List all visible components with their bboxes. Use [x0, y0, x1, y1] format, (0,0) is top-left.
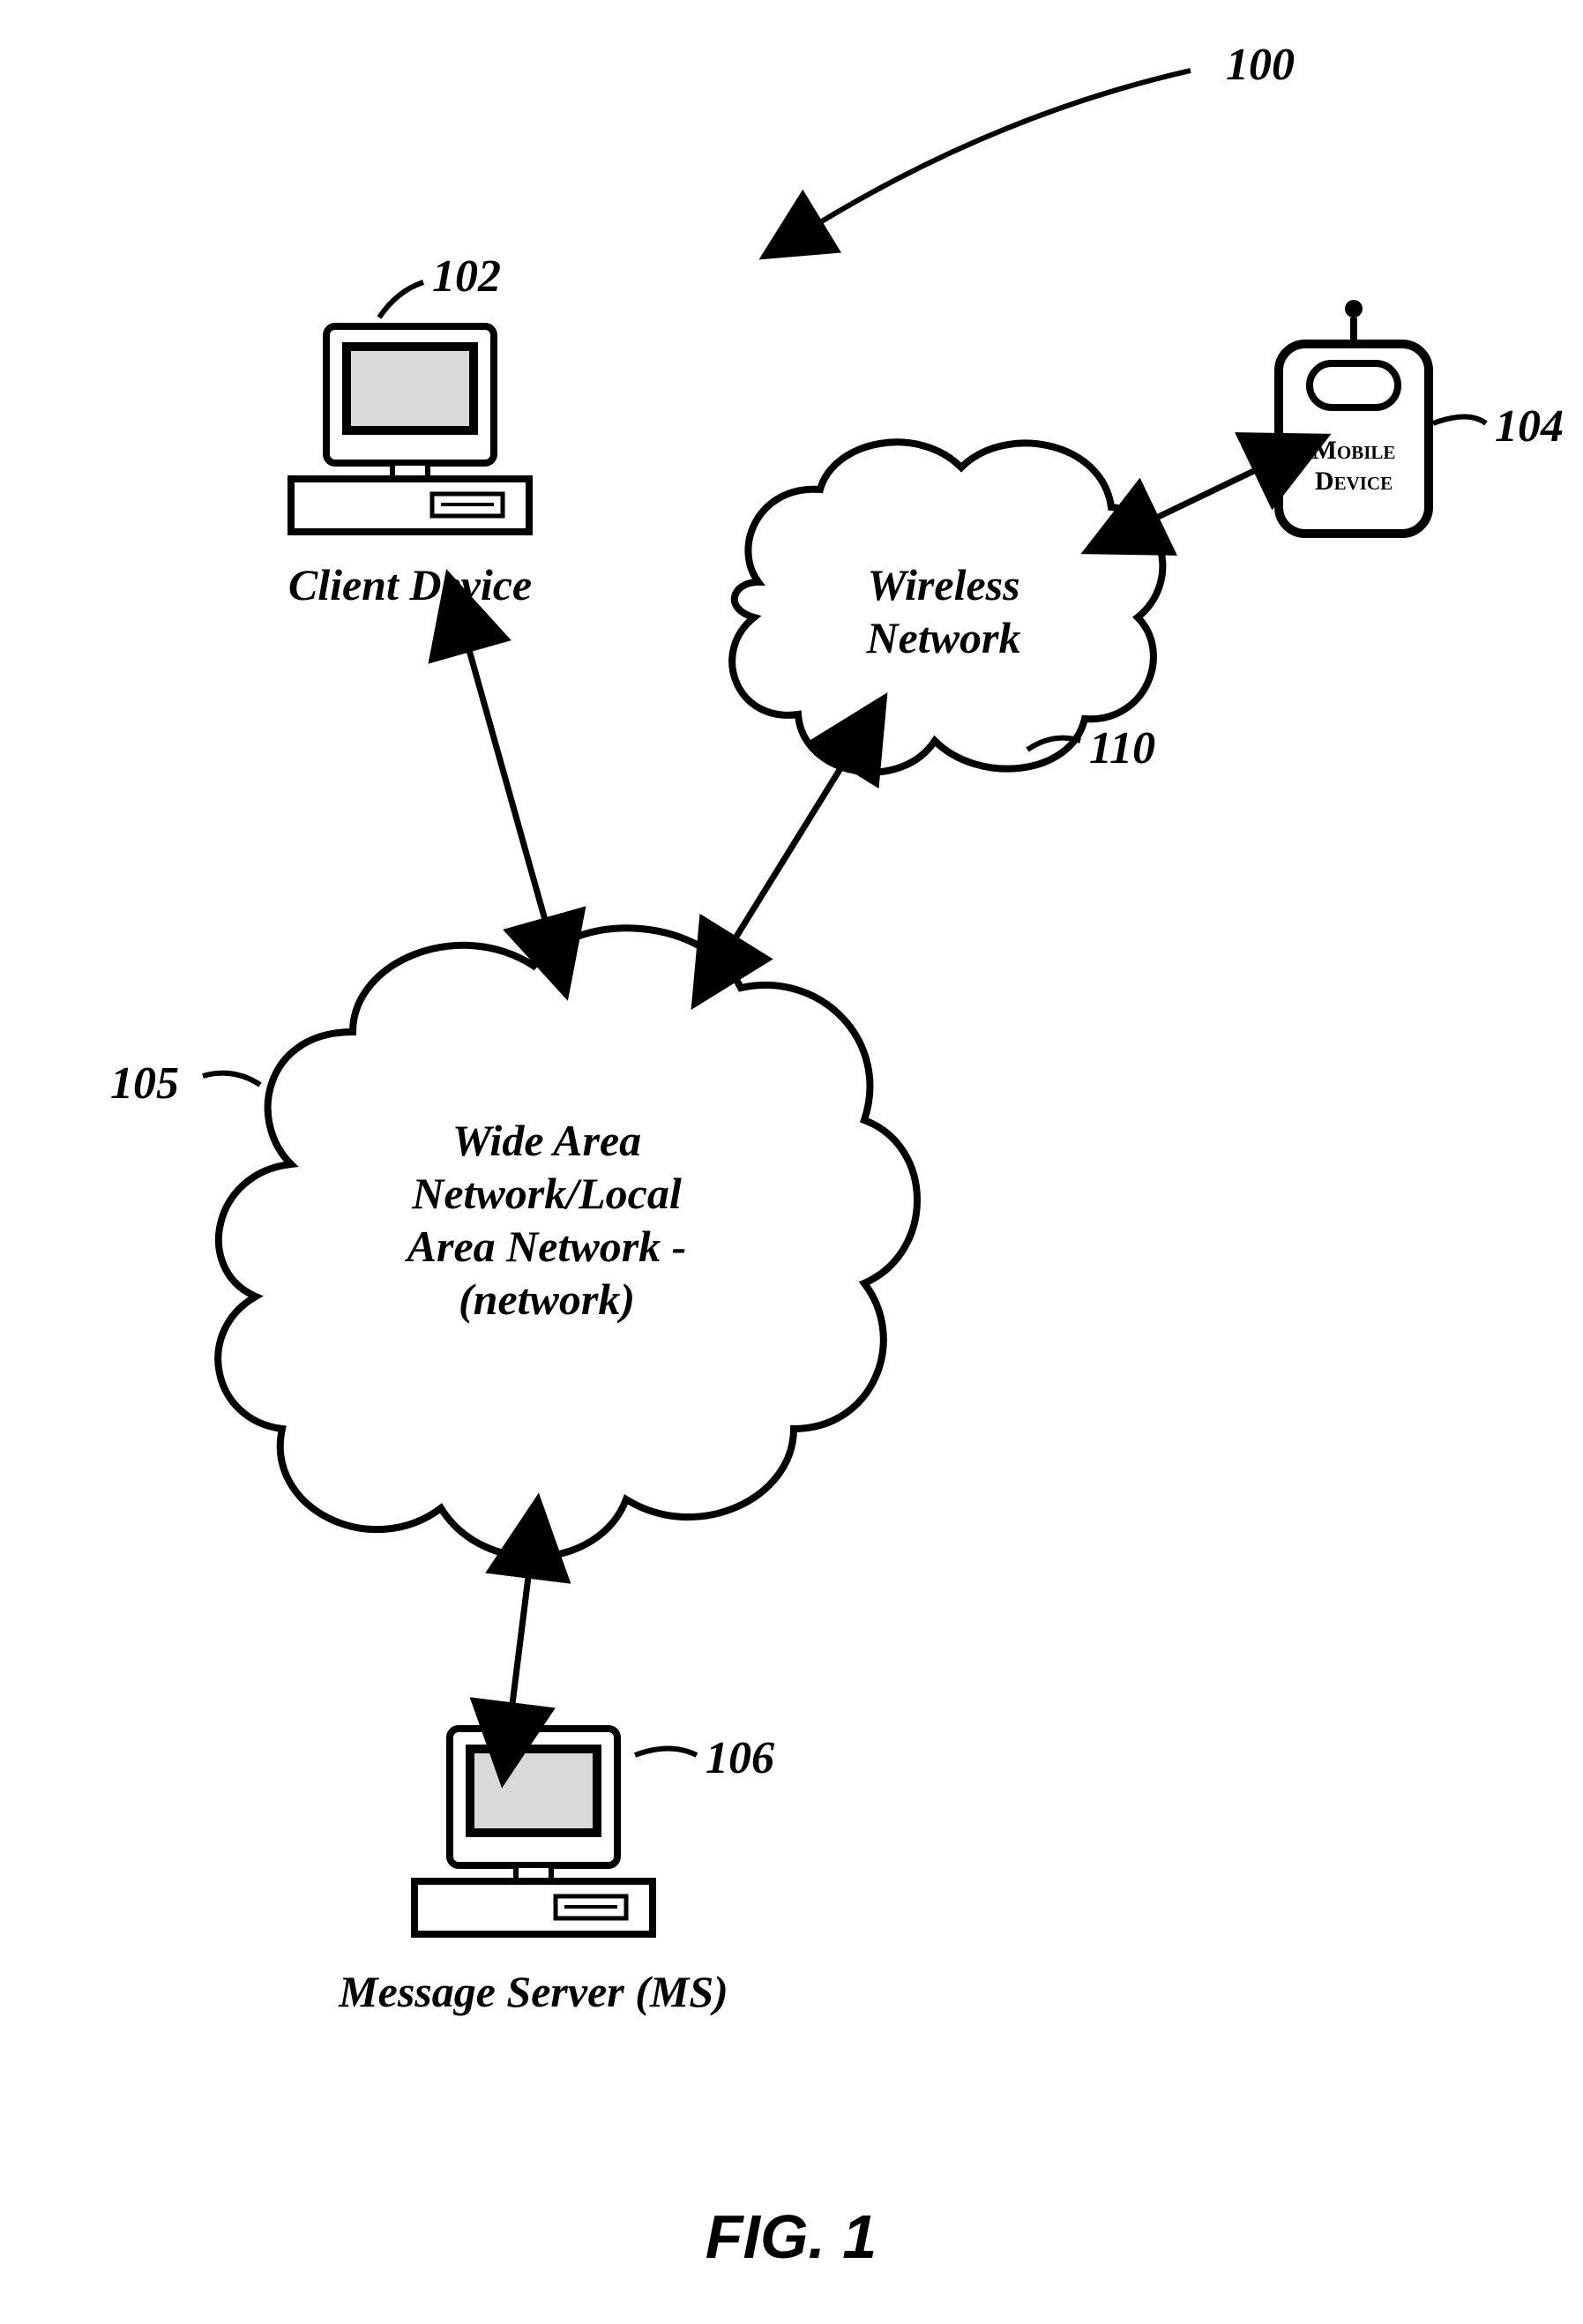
- ref-105-label: 105: [110, 1058, 179, 1109]
- diagram-canvas: 100 102 Client Device: [0, 0, 1583, 2324]
- wan-label-4: (network): [459, 1274, 635, 1324]
- wan-label-1: Wide Area: [452, 1116, 641, 1165]
- ref-110-label: 110: [1089, 723, 1155, 773]
- wan-lan-cloud: Wide Area Network/Local Area Network - (…: [218, 928, 917, 1557]
- wireless-label-1: Wireless: [867, 560, 1019, 609]
- link-client-wan: [467, 644, 547, 926]
- mobile-device-label-2: Device: [1315, 467, 1393, 496]
- ref-102-label: 102: [432, 251, 501, 302]
- link-wireless-wan: [732, 758, 847, 944]
- wan-label-3: Area Network -: [405, 1222, 687, 1271]
- client-device: 102 Client Device: [288, 251, 532, 609]
- ref-100: 100: [816, 40, 1295, 225]
- link-wireless-mobile: [1151, 467, 1261, 520]
- mobile-device-label-1: Mobile: [1312, 436, 1396, 465]
- computer-icon: [414, 1729, 653, 1934]
- client-device-label: Client Device: [288, 560, 532, 609]
- ref-100-label: 100: [1226, 40, 1295, 90]
- message-server-label: Message Server (MS): [338, 1967, 728, 2016]
- mobile-device: Mobile Device: [1279, 300, 1429, 534]
- ref-104: 104: [1433, 401, 1564, 452]
- link-wan-server: [511, 1570, 529, 1711]
- computer-icon: [291, 326, 529, 532]
- ref-105: 105: [110, 1058, 260, 1109]
- figure-title: FIG. 1: [706, 2202, 877, 2271]
- wireless-label-2: Network: [866, 613, 1021, 662]
- message-server: 106 Message Server (MS): [338, 1729, 774, 2016]
- ref-104-label: 104: [1495, 401, 1564, 452]
- ref-106-label: 106: [706, 1733, 774, 1783]
- wan-label-2: Network/Local: [411, 1169, 682, 1218]
